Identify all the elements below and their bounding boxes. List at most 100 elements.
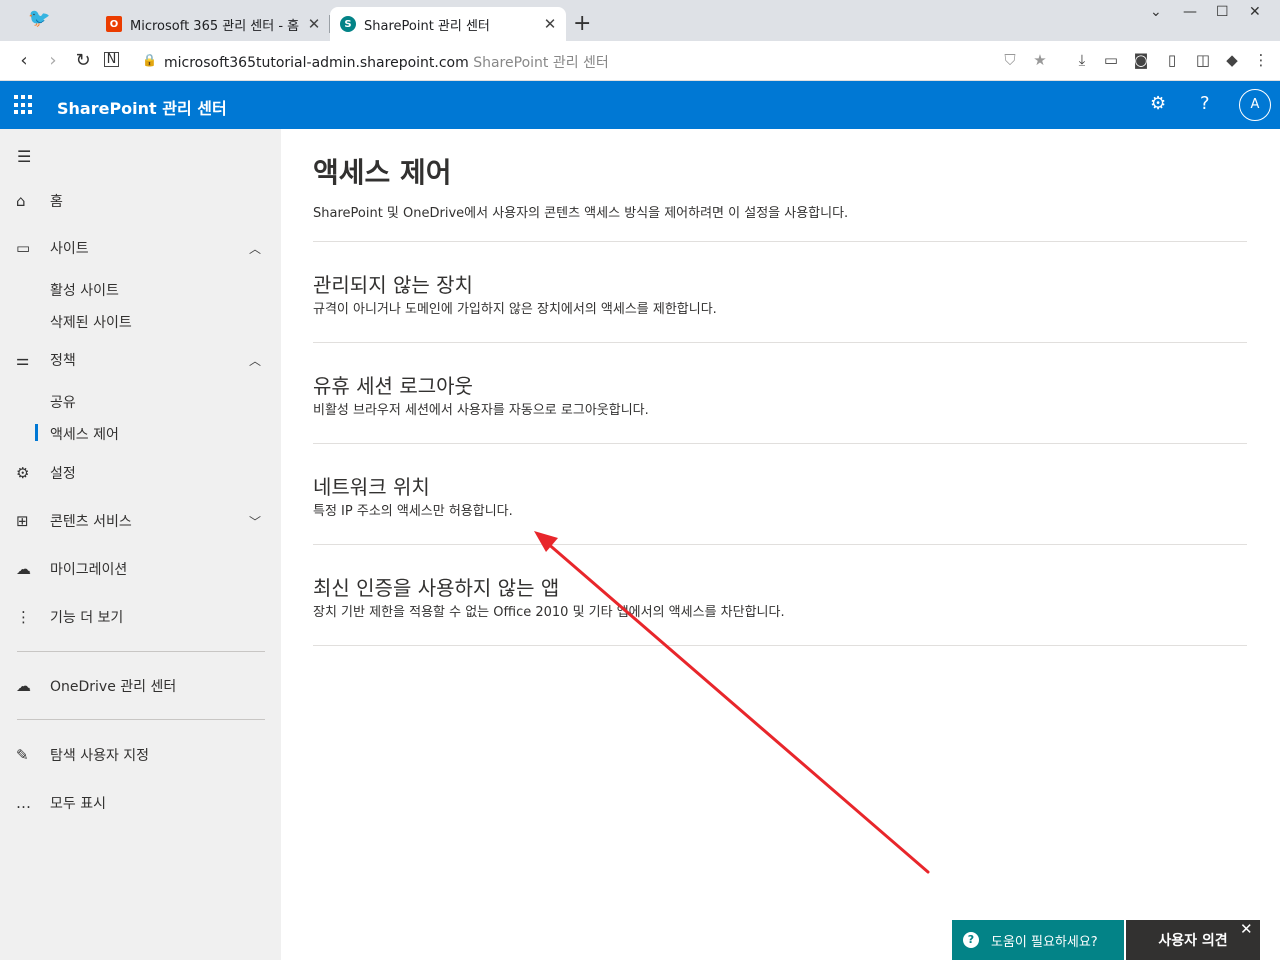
section-description: 규격이 아니거나 도메인에 가입하지 않은 장치에서의 액세스를 제한합니다. <box>313 302 717 317</box>
sidebar-item-content-services[interactable]: ⊞ 콘텐츠 서비스 ﹀ <box>0 506 281 536</box>
question-icon: ? <box>963 932 979 948</box>
chevron-up-icon[interactable]: ︿ <box>249 240 261 257</box>
app-launcher-icon[interactable] <box>14 95 34 115</box>
sidebar-item-label: 정책 <box>50 353 76 369</box>
feedback-close-icon[interactable]: ✕ <box>1240 920 1253 938</box>
home-icon: ⌂ <box>16 192 26 210</box>
sidebar-item-label: OneDrive 관리 센터 <box>50 679 177 695</box>
sharepoint-logo-icon: S <box>340 16 356 32</box>
sidebar-subitem-sharing[interactable]: 공유 <box>50 392 76 412</box>
need-help-button[interactable]: ? 도움이 필요하세요? <box>952 920 1124 960</box>
url-field[interactable]: microsoft365tutorial-admin.sharepoint.co… <box>164 52 609 72</box>
section-description: 장치 기반 제한을 적용할 수 없는 Office 2010 및 기타 앱에서의… <box>313 605 785 620</box>
onedrive-icon: ☁ <box>16 677 31 695</box>
sidebar-item-label: 설정 <box>50 466 76 482</box>
tab-title: Microsoft 365 관리 센터 - 홈 <box>130 18 300 34</box>
sidebar-subitem-deleted-sites[interactable]: 삭제된 사이트 <box>50 312 132 332</box>
app-header: SharePoint 관리 센터 ⚙ ? A <box>0 81 1280 129</box>
gear-icon: ⚙ <box>16 464 30 482</box>
tab-sharepoint[interactable]: S SharePoint 관리 센터 ✕ <box>330 7 566 41</box>
section-divider <box>313 443 1247 444</box>
menu-icon[interactable]: ⋮ <box>1252 51 1270 69</box>
tab-close-icon[interactable]: ✕ <box>304 15 324 33</box>
sidebar-item-show-all[interactable]: … 모두 표시 <box>0 788 281 818</box>
more-icon: ⋮ <box>16 608 31 626</box>
forward-icon[interactable]: › <box>43 50 63 71</box>
new-tab-button[interactable]: + <box>573 11 591 36</box>
browser-tab-strip: 🐦 O Microsoft 365 관리 센터 - 홈 ✕ S SharePoi… <box>0 0 1280 41</box>
sidebar-item-label: 마이그레이션 <box>50 562 128 578</box>
section-network-location-link[interactable]: 네트워크 위치 <box>313 471 430 500</box>
notion-extension-icon[interactable]: N <box>104 52 119 67</box>
sidebar-item-label: 탐색 사용자 지정 <box>50 748 150 764</box>
need-help-label: 도움이 필요하세요? <box>991 934 1098 950</box>
sites-icon: ▭ <box>16 239 31 257</box>
url-page-title: SharePoint 관리 센터 <box>473 55 609 71</box>
minimize-icon[interactable]: — <box>1183 4 1197 20</box>
left-navigation: ☰ ⌂ 홈 ▭ 사이트 ︿ 활성 사이트 삭제된 사이트 ⚌ 정책 ︿ 공유 액… <box>0 129 281 960</box>
sidebar-item-onedrive-admin[interactable]: ☁ OneDrive 관리 센터 <box>0 671 281 701</box>
sidebar-item-label: 홈 <box>50 194 63 210</box>
tab-search-icon[interactable]: ⌄ <box>1150 4 1162 20</box>
section-divider <box>313 544 1247 545</box>
sidebar-item-label: 사이트 <box>50 241 89 257</box>
download-icon[interactable]: ⤓ <box>1073 51 1091 69</box>
back-icon[interactable]: ‹ <box>14 50 34 71</box>
chevron-up-icon[interactable]: ︿ <box>249 352 261 369</box>
policy-icon: ⚌ <box>16 351 30 369</box>
reader-icon[interactable]: ▯ <box>1163 51 1181 69</box>
section-legacy-auth-apps-link[interactable]: 최신 인증을 사용하지 않는 앱 <box>313 572 559 601</box>
section-description: 비활성 브라우저 세션에서 사용자를 자동으로 로그아웃합니다. <box>313 403 649 418</box>
sidebar-item-sites[interactable]: ▭ 사이트 ︿ <box>0 233 281 263</box>
bookmark-star-icon[interactable]: ★ <box>1031 51 1049 69</box>
content-icon: ⊞ <box>16 512 29 530</box>
reload-icon[interactable]: ↻ <box>73 50 93 71</box>
window-close-icon[interactable]: ✕ <box>1249 4 1261 20</box>
video-icon[interactable]: ▭ <box>1102 51 1120 69</box>
sidebar-item-label: 기능 더 보기 <box>50 610 124 626</box>
maximize-icon[interactable]: ☐ <box>1216 4 1229 20</box>
sidebar-subitem-access-control[interactable]: 액세스 제어 <box>35 424 119 444</box>
main-content: 액세스 제어 SharePoint 및 OneDrive에서 사용자의 콘텐츠 … <box>281 129 1280 960</box>
sidebar-item-home[interactable]: ⌂ 홈 <box>0 186 281 216</box>
sidebar-item-label: 콘텐츠 서비스 <box>50 514 132 530</box>
sidebar-icon[interactable]: ◫ <box>1194 51 1212 69</box>
sidebar-item-migration[interactable]: ☁ 마이그레이션 <box>0 554 281 584</box>
cloud-upload-icon: ☁ <box>16 560 31 578</box>
avatar[interactable]: A <box>1239 89 1271 121</box>
settings-gear-icon[interactable]: ⚙ <box>1150 93 1166 114</box>
sidebar-divider <box>17 651 265 652</box>
section-description: 특정 IP 주소의 액세스만 허용합니다. <box>313 504 513 519</box>
chevron-down-icon[interactable]: ﹀ <box>249 513 261 530</box>
sidebar-item-settings[interactable]: ⚙ 설정 <box>0 458 281 488</box>
ellipsis-icon: … <box>16 794 31 812</box>
section-divider <box>313 342 1247 343</box>
sidebar-subitem-active-sites[interactable]: 활성 사이트 <box>50 280 119 300</box>
sidebar-item-policies[interactable]: ⚌ 정책 ︿ <box>0 345 281 375</box>
extension-icon[interactable]: ◆ <box>1223 51 1241 69</box>
pencil-icon: ✎ <box>16 746 29 764</box>
tab-close-icon[interactable]: ✕ <box>540 15 560 33</box>
section-unmanaged-devices-link[interactable]: 관리되지 않는 장치 <box>313 269 473 298</box>
camera-icon[interactable]: ◙ <box>1132 51 1150 69</box>
shield-icon[interactable]: ⛉ <box>1001 51 1019 69</box>
sidebar-item-more-features[interactable]: ⋮ 기능 더 보기 <box>0 602 281 632</box>
bird-logo-icon: 🐦 <box>28 8 51 29</box>
page-description: SharePoint 및 OneDrive에서 사용자의 콘텐츠 액세스 방식을… <box>313 206 849 221</box>
help-icon[interactable]: ? <box>1200 93 1210 114</box>
office-logo-icon: O <box>106 16 122 32</box>
section-divider <box>313 241 1247 242</box>
address-bar-row: ‹ › ↻ N 🔒 microsoft365tutorial-admin.sha… <box>0 41 1280 81</box>
lock-icon: 🔒 <box>142 53 157 67</box>
sidebar-item-label: 모두 표시 <box>50 796 106 812</box>
url-host: microsoft365tutorial-admin.sharepoint.co… <box>164 55 469 71</box>
page-title: 액세스 제어 <box>313 156 452 189</box>
tab-microsoft-365[interactable]: O Microsoft 365 관리 센터 - 홈 ✕ <box>96 7 330 41</box>
app-title[interactable]: SharePoint 관리 센터 <box>57 95 227 119</box>
section-idle-session-signout-link[interactable]: 유휴 세션 로그아웃 <box>313 370 473 399</box>
sidebar-item-customize-nav[interactable]: ✎ 탐색 사용자 지정 <box>0 740 281 770</box>
hamburger-icon[interactable]: ☰ <box>17 147 31 166</box>
tab-title: SharePoint 관리 센터 <box>364 18 490 34</box>
section-divider <box>313 645 1247 646</box>
sidebar-divider <box>17 719 265 720</box>
